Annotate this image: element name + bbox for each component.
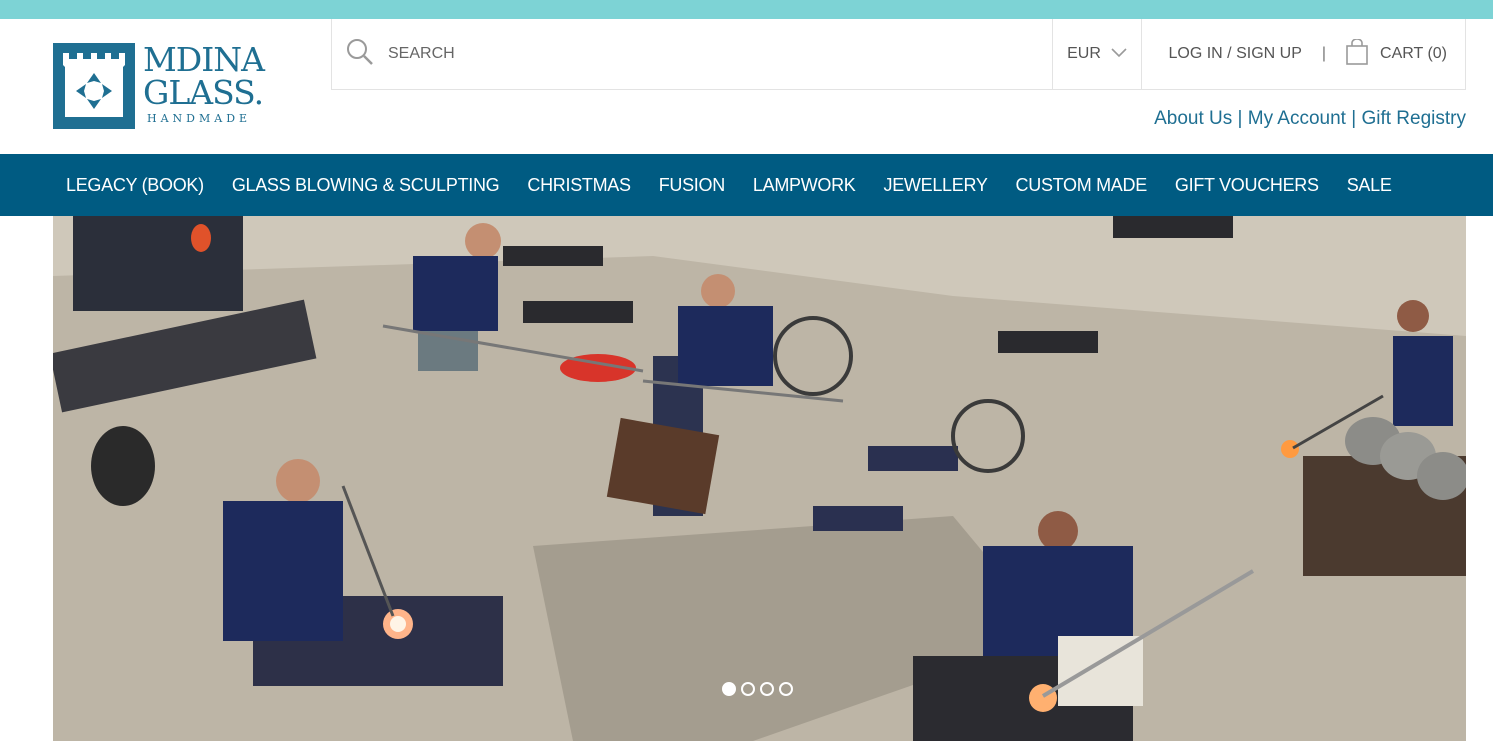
secondary-links: About Us | My Account | Gift Registry xyxy=(1154,108,1466,130)
nav-item-fusion[interactable]: FUSION xyxy=(645,175,739,196)
slider-dot-4[interactable] xyxy=(779,682,793,696)
slider-dot-2[interactable] xyxy=(741,682,755,696)
shopping-bag-icon xyxy=(1346,37,1368,70)
nav-item-gift-vouchers[interactable]: GIFT VOUCHERS xyxy=(1161,175,1333,196)
search-icon[interactable] xyxy=(346,38,374,71)
cart-label: CART (0) xyxy=(1380,45,1447,62)
secondary-link-divider: | xyxy=(1345,108,1362,129)
about-us-link[interactable]: About Us xyxy=(1154,108,1232,129)
search-box[interactable] xyxy=(332,19,1052,89)
site-logo[interactable]: MDINA GLASS. HANDMADE xyxy=(53,43,275,131)
header-separator: | xyxy=(1321,45,1327,62)
currency-value: EUR xyxy=(1067,45,1101,62)
cart-button[interactable]: CART (0) xyxy=(1346,37,1447,70)
logo-wordmark: MDINA GLASS. HANDMADE xyxy=(143,40,265,125)
logo-tagline: HANDMADE xyxy=(147,112,252,125)
secondary-link-divider: | xyxy=(1232,108,1248,129)
nav-item-lampwork[interactable]: LAMPWORK xyxy=(739,175,870,196)
logo-name-line1: MDINA xyxy=(143,40,265,79)
slider-pagination xyxy=(722,682,793,696)
search-input[interactable] xyxy=(388,45,988,63)
top-accent-strip xyxy=(0,0,1493,19)
slider-dot-1[interactable] xyxy=(722,682,736,696)
main-navigation: LEGACY (BOOK) GLASS BLOWING & SCULPTING … xyxy=(0,154,1493,216)
nav-item-custom-made[interactable]: CUSTOM MADE xyxy=(1002,175,1161,196)
slider-dot-3[interactable] xyxy=(760,682,774,696)
my-account-link[interactable]: My Account xyxy=(1248,108,1346,129)
gift-registry-link[interactable]: Gift Registry xyxy=(1361,108,1466,129)
chevron-down-icon xyxy=(1111,45,1127,63)
hero-slider-image[interactable] xyxy=(53,216,1466,741)
currency-selector[interactable]: EUR xyxy=(1052,19,1142,89)
nav-item-christmas[interactable]: CHRISTMAS xyxy=(513,175,644,196)
nav-item-legacy-book[interactable]: LEGACY (BOOK) xyxy=(52,175,218,196)
header-utility-bar: EUR LOG IN / SIGN UP | CART (0) xyxy=(331,19,1466,90)
nav-item-glass-blowing-sculpting[interactable]: GLASS BLOWING & SCULPTING xyxy=(218,175,514,196)
logo-name-line2: GLASS. xyxy=(143,73,264,112)
nav-item-sale[interactable]: SALE xyxy=(1333,175,1406,196)
login-signup-link[interactable]: LOG IN / SIGN UP xyxy=(1169,45,1302,63)
account-area: LOG IN / SIGN UP | CART (0) xyxy=(1142,19,1465,89)
nav-item-jewellery[interactable]: JEWELLERY xyxy=(870,175,1002,196)
maltese-cross-logo-icon xyxy=(53,43,135,129)
